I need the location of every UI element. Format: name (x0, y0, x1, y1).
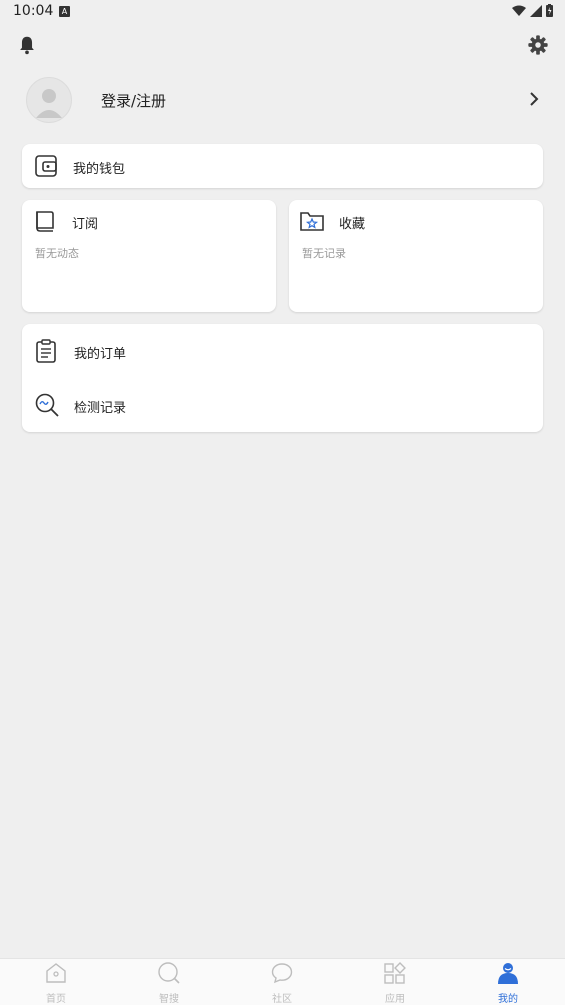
status-time: 10:04 (13, 3, 54, 19)
wifi-icon (512, 5, 526, 16)
magnifier-wave-icon (35, 393, 59, 417)
wallet-card[interactable]: 我的钱包 (22, 144, 543, 188)
avatar[interactable] (26, 77, 72, 123)
tab-apps-label: 应用 (385, 994, 405, 1005)
subscribe-card[interactable]: 订阅 暂无动态 (22, 200, 276, 312)
bell-icon[interactable] (16, 34, 38, 56)
apps-icon (384, 962, 406, 984)
detection-records-row[interactable]: 检测记录 (22, 378, 543, 432)
signal-icon (530, 4, 542, 17)
detection-records-label: 检测记录 (74, 401, 127, 416)
chevron-right-icon[interactable] (527, 89, 541, 109)
favorites-title: 收藏 (339, 217, 366, 232)
tab-community[interactable]: 社区 (252, 961, 312, 1005)
tab-community-label: 社区 (272, 994, 292, 1005)
tab-home-label: 首页 (46, 994, 66, 1005)
tab-smart-search[interactable]: 智搜 (139, 961, 199, 1005)
wallet-label: 我的钱包 (73, 162, 126, 177)
bottom-tab-bar: 首页 智搜 社区 应用 我的 (0, 958, 565, 1005)
tab-apps[interactable]: 应用 (365, 961, 425, 1005)
login-register-link[interactable]: 登录/注册 (101, 90, 166, 111)
home-icon (46, 963, 66, 983)
settings-gear-icon[interactable] (527, 34, 549, 56)
battery-icon (546, 4, 553, 17)
tab-mine-label: 我的 (498, 994, 518, 1005)
favorites-card[interactable]: 收藏 暂无记录 (289, 200, 543, 312)
wallet-icon (35, 155, 57, 177)
menu-card: 我的订单 检测记录 (22, 324, 543, 432)
favorites-empty-text: 暂无记录 (302, 247, 346, 260)
subscribe-title: 订阅 (72, 217, 99, 232)
status-bar: 10:04 A (0, 0, 565, 24)
book-icon (36, 211, 54, 232)
my-orders-row[interactable]: 我的订单 (22, 324, 543, 378)
tab-home[interactable]: 首页 (26, 961, 86, 1005)
search-icon (158, 962, 180, 984)
default-avatar-icon (36, 89, 62, 118)
my-orders-label: 我的订单 (74, 347, 127, 362)
clipboard-icon (36, 339, 56, 363)
status-indicators (512, 4, 553, 17)
subscribe-empty-text: 暂无动态 (35, 247, 79, 260)
profile-login-row[interactable]: 登录/注册 (22, 75, 547, 125)
notification-badge-icon: A (59, 6, 70, 17)
folder-star-icon (300, 212, 324, 231)
chat-icon (271, 963, 293, 984)
tab-smart-search-label: 智搜 (159, 994, 179, 1005)
tab-mine[interactable]: 我的 (478, 961, 538, 1005)
user-icon (498, 963, 518, 984)
